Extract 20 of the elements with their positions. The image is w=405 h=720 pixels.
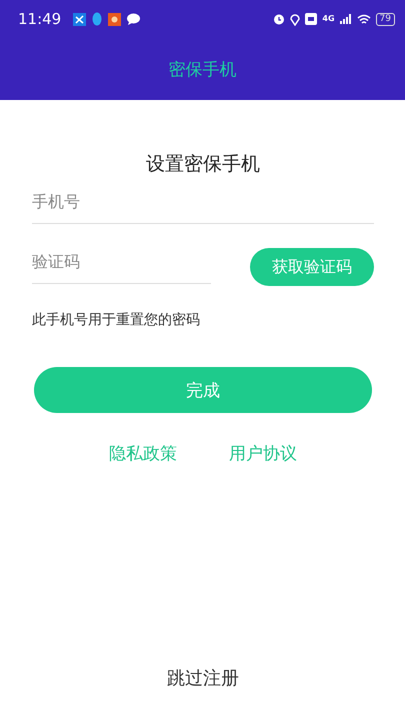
alarm-icon: [273, 13, 286, 25]
app-notification-icon: [73, 12, 86, 26]
network-type: 4G: [322, 15, 335, 23]
policy-link[interactable]: 用户协议: [229, 442, 297, 465]
clock-time: 11:49: [18, 10, 62, 28]
phone-number-field[interactable]: 手机号: [32, 191, 374, 224]
policy-link[interactable]: 隐私政策: [109, 442, 177, 465]
wifi-icon: [356, 14, 371, 24]
page-heading: 设置密保手机: [145, 152, 261, 177]
hint-text: 此手机号用于重置您的密码: [32, 311, 201, 329]
verification-code-field[interactable]: 验证码: [32, 251, 211, 284]
battery-level: 79: [376, 12, 395, 26]
location-icon: [290, 12, 300, 26]
chat-bubble-icon: [127, 13, 140, 25]
signal-icon: [340, 14, 352, 24]
get-code-button[interactable]: 获取验证码: [250, 248, 374, 286]
done-button[interactable]: 完成: [34, 367, 372, 413]
screen-title: 密保手机: [168, 58, 236, 80]
app-notification-icon: [108, 12, 122, 26]
skip-registration-link[interactable]: 跳过注册: [167, 666, 239, 690]
